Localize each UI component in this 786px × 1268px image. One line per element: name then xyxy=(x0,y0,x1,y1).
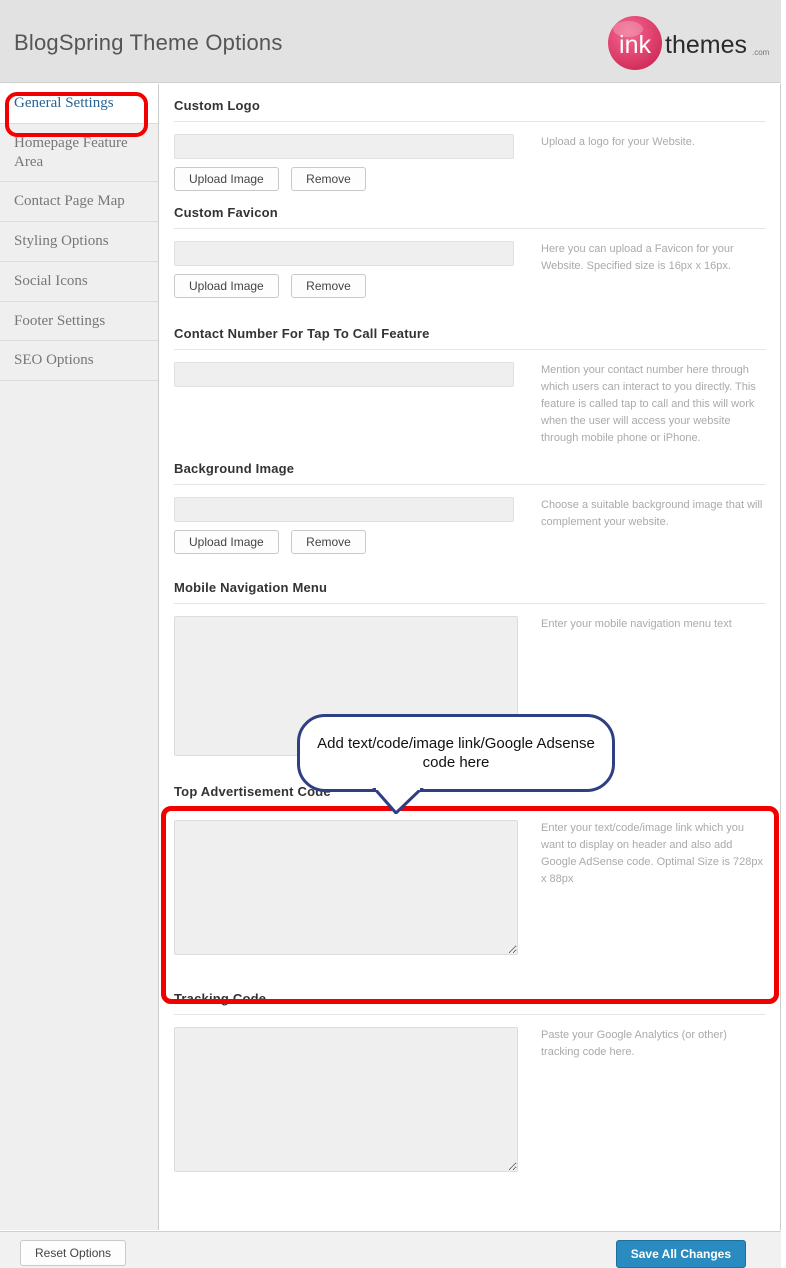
section-description: Upload a logo for your Website. xyxy=(541,136,695,148)
background-image-upload-button[interactable]: Upload Image xyxy=(174,530,279,555)
page-footer: Reset Options Save All Changes xyxy=(0,1231,781,1268)
page-title: BlogSpring Theme Options xyxy=(14,30,283,55)
custom-favicon-input[interactable] xyxy=(174,241,514,266)
section-contact-number: Contact Number For Tap To Call Feature M… xyxy=(160,312,780,447)
sidebar-item-label: Social Icons xyxy=(14,272,88,289)
theme-options-page: BlogSpring Theme Options ink themes .com… xyxy=(0,0,786,1268)
sidebar-item-contact-page-map[interactable]: Contact Page Map xyxy=(0,182,158,222)
section-tracking-code: Tracking Code Paste your Google Analytic… xyxy=(160,977,780,1173)
settings-content: Custom Logo Upload Image Remove Upload a… xyxy=(160,84,781,1230)
custom-logo-input[interactable] xyxy=(174,134,514,159)
sidebar-item-homepage-feature-area[interactable]: Homepage Feature Area xyxy=(0,123,158,183)
page-header: BlogSpring Theme Options ink themes .com xyxy=(0,0,781,83)
sidebar-item-social-icons[interactable]: Social Icons xyxy=(0,261,158,302)
section-heading: Tracking Code xyxy=(174,977,766,1016)
contact-number-input[interactable] xyxy=(174,362,514,387)
sidebar-item-footer-settings[interactable]: Footer Settings xyxy=(0,301,158,342)
background-image-remove-button[interactable]: Remove xyxy=(291,530,366,555)
sidebar-item-label: Styling Options xyxy=(14,233,109,249)
custom-favicon-upload-button[interactable]: Upload Image xyxy=(174,274,279,298)
top-advertisement-code-textarea[interactable] xyxy=(174,820,518,956)
mobile-navigation-menu-textarea[interactable] xyxy=(174,616,518,757)
section-description: Here you can upload a Favicon for your W… xyxy=(541,243,734,273)
section-heading: Background Image xyxy=(174,447,766,486)
section-heading: Contact Number For Tap To Call Feature xyxy=(174,312,766,350)
section-background-image: Background Image Upload Image Remove Cho… xyxy=(160,447,780,555)
custom-favicon-remove-button[interactable]: Remove xyxy=(291,274,366,298)
section-heading: Custom Favicon xyxy=(174,191,766,229)
custom-logo-upload-button[interactable]: Upload Image xyxy=(174,167,279,191)
sidebar-item-label: Footer Settings xyxy=(14,312,106,329)
section-description: Enter your text/code/image link which yo… xyxy=(541,822,763,886)
section-custom-logo: Custom Logo Upload Image Remove Upload a… xyxy=(160,84,780,191)
svg-text:.com: .com xyxy=(752,48,770,57)
custom-logo-remove-button[interactable]: Remove xyxy=(291,167,366,191)
sidebar-item-label: Homepage Feature Area xyxy=(14,134,128,170)
sidebar-item-general-settings[interactable]: General Settings xyxy=(0,84,158,124)
section-description: Paste your Google Analytics (or other) t… xyxy=(541,1029,727,1059)
section-mobile-navigation-menu: Mobile Navigation Menu Enter your mobile… xyxy=(160,566,780,757)
section-heading: Top Advertisement Code xyxy=(174,770,766,809)
save-all-changes-button[interactable]: Save All Changes xyxy=(615,1240,746,1268)
sidebar-item-label: General Settings xyxy=(14,95,114,111)
section-top-advertisement-code: Top Advertisement Code Enter your text/c… xyxy=(160,770,780,956)
background-image-input[interactable] xyxy=(174,497,514,523)
section-description: Mention your contact number here through… xyxy=(541,364,756,445)
section-heading: Custom Logo xyxy=(174,84,766,122)
sidebar-item-styling-options[interactable]: Styling Options xyxy=(0,222,158,262)
inkthemes-logo: ink themes .com xyxy=(608,16,770,70)
section-description: Enter your mobile navigation menu text xyxy=(541,618,732,631)
sidebar-item-seo-options[interactable]: SEO Options xyxy=(0,341,158,381)
section-description: Choose a suitable background image that … xyxy=(541,499,763,529)
section-custom-favicon: Custom Favicon Upload Image Remove Here … xyxy=(160,191,780,298)
section-heading: Mobile Navigation Menu xyxy=(174,566,766,605)
sidebar-item-label: SEO Options xyxy=(14,352,94,369)
sidebar-nav: General Settings Homepage Feature Area C… xyxy=(0,84,159,1230)
tracking-code-textarea[interactable] xyxy=(174,1027,518,1173)
reset-options-button[interactable]: Reset Options xyxy=(20,1240,127,1266)
sidebar-item-label: Contact Page Map xyxy=(14,193,125,210)
svg-text:themes: themes xyxy=(665,31,747,59)
svg-text:ink: ink xyxy=(619,31,651,59)
